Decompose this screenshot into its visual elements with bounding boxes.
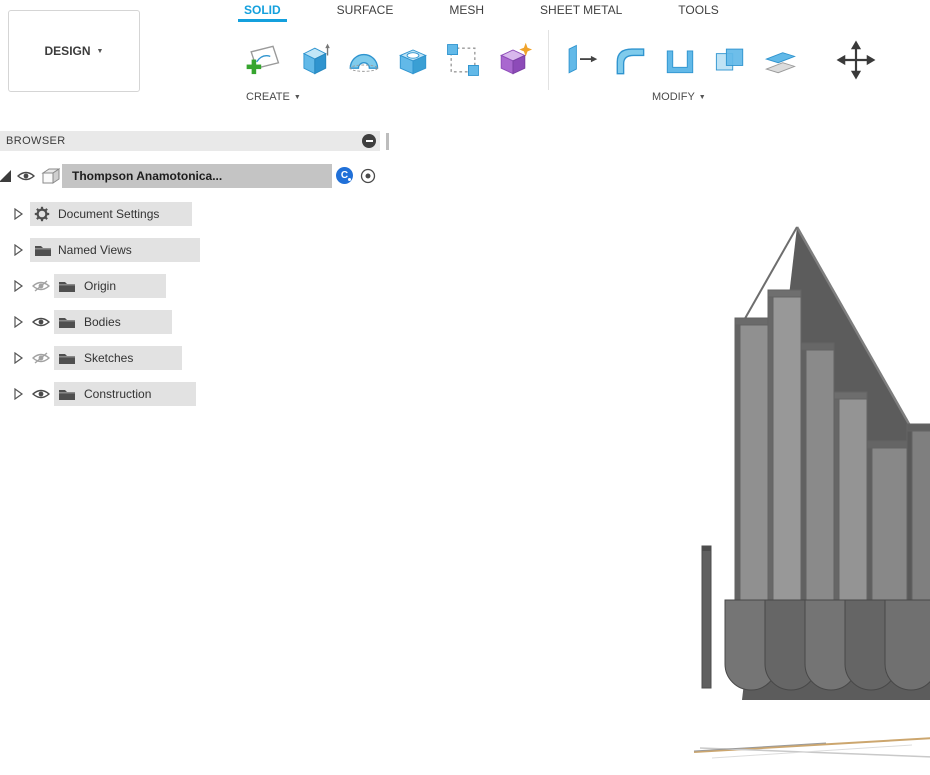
extrude-button[interactable] (290, 34, 336, 86)
press-pull-button[interactable] (557, 34, 603, 86)
eye-visible-icon[interactable] (32, 388, 50, 400)
expand-closed-icon[interactable] (14, 244, 24, 256)
caret-down-icon: ▼ (294, 94, 301, 101)
tree-item-label: Construction (84, 381, 151, 407)
create-form-icon (493, 40, 533, 80)
create-sketch-icon (243, 40, 283, 80)
tree-item-bodies[interactable]: Bodies (0, 309, 400, 335)
toolbar: DESIGN ▼ SOLID SURFACE MESH SHEET METAL … (0, 0, 930, 112)
revolve-icon (343, 40, 383, 80)
eye-visible-icon[interactable] (32, 316, 50, 328)
combine-button[interactable] (707, 34, 753, 86)
root-component-label: Thompson Anamotonica... (72, 163, 222, 189)
offset-plane-button[interactable] (757, 34, 803, 86)
tree-item-construction[interactable]: Construction (0, 381, 400, 407)
tool-row (240, 32, 883, 88)
create-sketch-button[interactable] (240, 34, 286, 86)
move-copy-icon (836, 40, 876, 80)
fusion-window: { "toolbar": { "caret": "▼", "design_men… (0, 0, 930, 775)
browser-collapse-button[interactable] (362, 134, 376, 148)
gear-icon (34, 206, 50, 222)
group-separator (548, 30, 549, 90)
expand-closed-icon[interactable] (14, 388, 24, 400)
tab-tools[interactable]: TOOLS (672, 0, 724, 22)
expand-closed-icon[interactable] (14, 280, 24, 292)
tree-item-label: Sketches (84, 345, 133, 371)
expand-closed-icon[interactable] (14, 316, 24, 328)
combine-icon (710, 40, 750, 80)
browser-scrollbar[interactable] (386, 133, 389, 150)
offset-plane-icon (760, 40, 800, 80)
tab-sheet-metal[interactable]: SHEET METAL (534, 0, 628, 22)
folder-icon (58, 279, 76, 293)
shell-button[interactable] (657, 34, 703, 86)
caret-down-icon: ▼ (699, 94, 706, 101)
browser-header: BROWSER (0, 131, 380, 151)
folder-icon (58, 387, 76, 401)
tree-item-label: Document Settings (58, 201, 159, 227)
revolve-button[interactable] (340, 34, 386, 86)
tab-solid[interactable]: SOLID (238, 0, 287, 22)
tree-item-root-component[interactable]: Thompson Anamotonica... C (0, 163, 400, 189)
hole-button[interactable] (390, 34, 436, 86)
move-copy-button[interactable] (833, 34, 879, 86)
modify-group-label: MODIFY (652, 91, 695, 103)
eye-hidden-icon[interactable] (32, 280, 50, 292)
hole-icon (393, 40, 433, 80)
badge-dot (348, 178, 351, 181)
folder-icon (34, 243, 52, 257)
ribbon-tabs: SOLID SURFACE MESH SHEET METAL TOOLS (238, 0, 725, 22)
cloud-status-badge[interactable]: C (336, 167, 353, 184)
folder-icon (58, 351, 76, 365)
create-form-button[interactable] (490, 34, 536, 86)
press-pull-icon (560, 40, 600, 80)
expand-open-icon[interactable] (0, 169, 12, 183)
fillet-icon (610, 40, 650, 80)
tree-item-label: Bodies (84, 309, 121, 335)
activate-component-radio[interactable] (360, 168, 376, 184)
eye-visible-icon[interactable] (17, 170, 35, 182)
model-3d (694, 227, 930, 758)
rectangular-pattern-icon (443, 40, 483, 80)
component-icon (40, 167, 60, 185)
folder-icon (58, 315, 76, 329)
tree-item-sketches[interactable]: Sketches (0, 345, 400, 371)
tree-item-origin[interactable]: Origin (0, 273, 400, 299)
shell-icon (660, 40, 700, 80)
browser-title: BROWSER (6, 135, 66, 147)
create-group-dropdown[interactable]: CREATE ▼ (246, 91, 301, 103)
design-menu-label: DESIGN (45, 44, 91, 58)
rectangular-pattern-button[interactable] (440, 34, 486, 86)
create-group-label: CREATE (246, 91, 290, 103)
tab-surface[interactable]: SURFACE (331, 0, 400, 22)
modify-group-dropdown[interactable]: MODIFY ▼ (652, 91, 706, 103)
tree-item-named-views[interactable]: Named Views (0, 237, 400, 263)
tree-item-label: Named Views (58, 237, 132, 263)
expand-closed-icon[interactable] (14, 208, 24, 220)
caret-down-icon: ▼ (97, 48, 104, 55)
tab-mesh[interactable]: MESH (443, 0, 490, 22)
eye-hidden-icon[interactable] (32, 352, 50, 364)
tree-item-label: Origin (84, 273, 116, 299)
fillet-button[interactable] (607, 34, 653, 86)
tree-item-document-settings[interactable]: Document Settings (0, 201, 400, 227)
expand-closed-icon[interactable] (14, 352, 24, 364)
extrude-icon (293, 40, 333, 80)
minus-icon (366, 140, 373, 142)
design-menu-button[interactable]: DESIGN ▼ (8, 10, 140, 92)
